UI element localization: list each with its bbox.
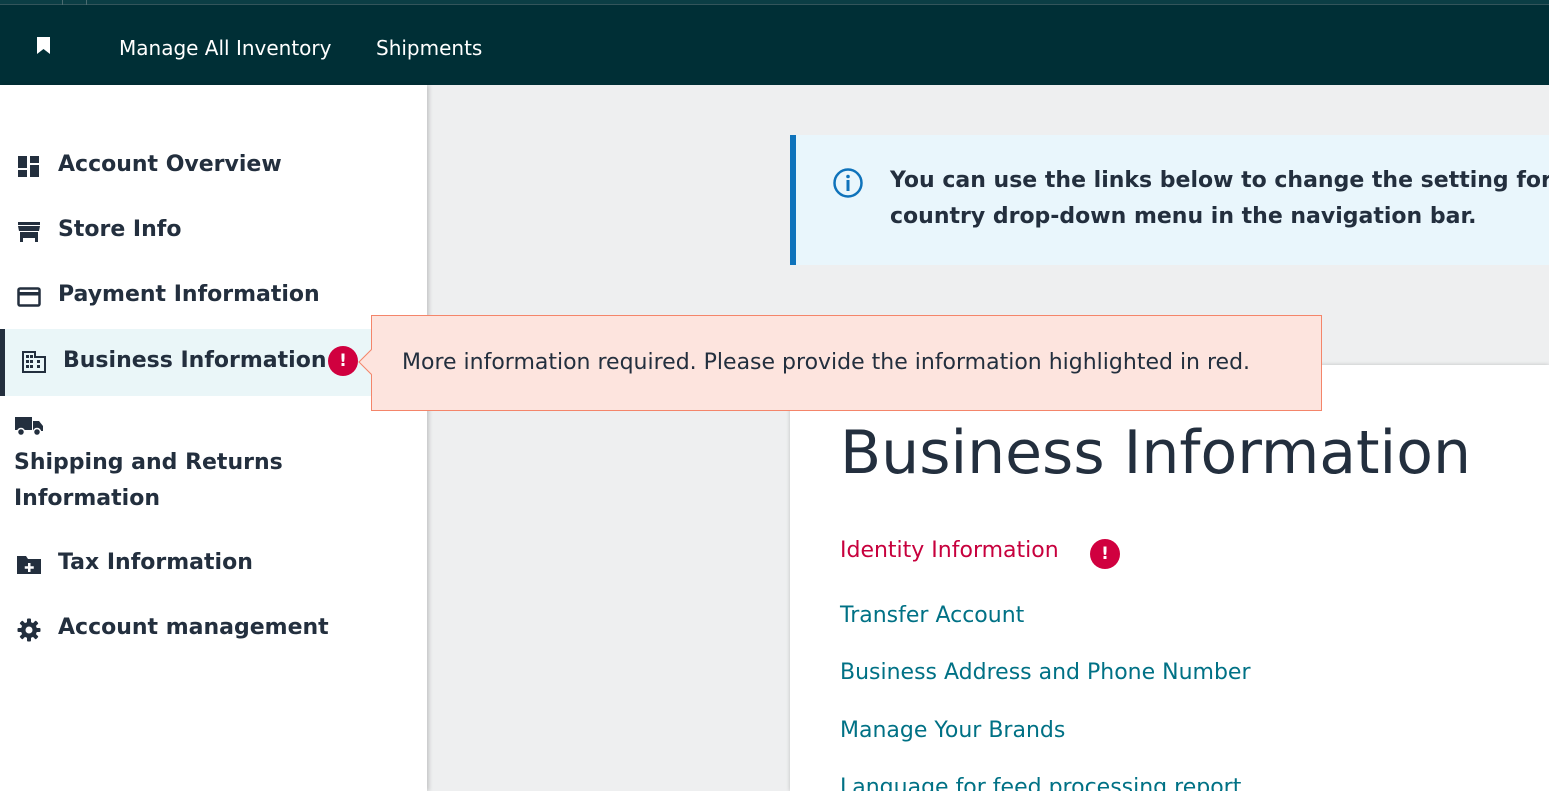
sidebar-item-label: Tax Information bbox=[58, 550, 253, 575]
link-language-feed-processing-report[interactable]: Language for feed processing report bbox=[840, 773, 1241, 791]
settings-sidebar: Account Overview Store Info Payment Info… bbox=[0, 85, 427, 791]
truck-icon bbox=[15, 417, 43, 437]
info-banner-text: You can use the links below to change th… bbox=[890, 163, 1549, 235]
sidebar-item-shipping-and-returns[interactable]: Shipping and Returns Information bbox=[0, 413, 427, 517]
bookmark-icon[interactable] bbox=[36, 36, 51, 55]
alert-icon: ! bbox=[328, 346, 358, 376]
page-title: Business Information bbox=[840, 418, 1471, 488]
gear-icon bbox=[17, 618, 41, 642]
info-banner: You can use the links below to change th… bbox=[790, 135, 1549, 265]
link-manage-your-brands[interactable]: Manage Your Brands bbox=[840, 716, 1065, 746]
business-information-card: Business Information Identity Informatio… bbox=[790, 365, 1549, 791]
info-banner-line-2: country drop-down menu in the navigation… bbox=[890, 204, 1477, 229]
sidebar-item-label: Payment Information bbox=[58, 282, 320, 307]
sidebar-item-store-info[interactable]: Store Info bbox=[0, 216, 427, 248]
browser-strip bbox=[0, 0, 1549, 5]
store-icon bbox=[18, 222, 40, 242]
link-transfer-account[interactable]: Transfer Account bbox=[840, 601, 1024, 631]
info-icon bbox=[833, 168, 863, 198]
sidebar-item-account-overview[interactable]: Account Overview bbox=[0, 151, 427, 183]
credit-card-icon bbox=[17, 287, 41, 307]
sidebar-item-label: Business Information bbox=[63, 348, 327, 373]
building-icon bbox=[22, 351, 46, 373]
folder-plus-icon bbox=[17, 556, 41, 574]
sidebar-item-account-management[interactable]: Account management bbox=[0, 614, 427, 646]
top-navigation-bar: Manage All Inventory Shipments bbox=[0, 0, 1549, 85]
info-banner-line-1: You can use the links below to change th… bbox=[890, 168, 1549, 193]
sidebar-item-payment-information[interactable]: Payment Information bbox=[0, 281, 427, 313]
sidebar-item-label: Account management bbox=[58, 615, 329, 640]
sidebar-item-label: Account Overview bbox=[58, 152, 282, 177]
sidebar-item-label: Shipping and Returns Information bbox=[14, 450, 283, 511]
nav-manage-all-inventory[interactable]: Manage All Inventory bbox=[119, 35, 331, 61]
nav-shipments[interactable]: Shipments bbox=[376, 35, 482, 61]
sidebar-item-tax-information[interactable]: Tax Information bbox=[0, 549, 427, 581]
link-identity-information[interactable]: Identity Information bbox=[840, 536, 1059, 566]
link-business-address-phone[interactable]: Business Address and Phone Number bbox=[840, 658, 1251, 688]
error-tooltip: More information required. Please provid… bbox=[358, 315, 1322, 411]
alert-icon: ! bbox=[1090, 539, 1120, 569]
sidebar-item-label: Store Info bbox=[58, 217, 182, 242]
tooltip-message: More information required. Please provid… bbox=[402, 350, 1251, 375]
dashboard-icon bbox=[18, 156, 39, 177]
